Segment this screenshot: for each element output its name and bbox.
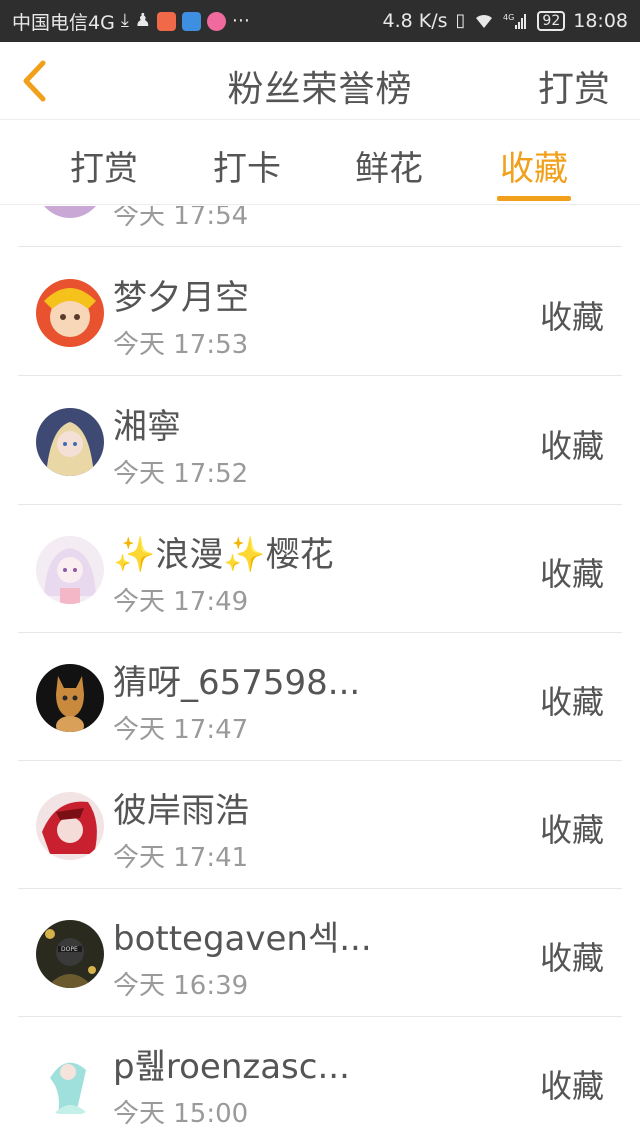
row-username: 彼岸雨浩 <box>113 791 249 831</box>
row-time: 今天 16:39 <box>113 971 249 1001</box>
row-time: 今天 17:53 <box>113 330 249 360</box>
avatar[interactable] <box>36 206 104 218</box>
row-username: 梦夕月空 <box>113 278 249 318</box>
tab-bar: 打赏 打卡 鲜花 收藏 <box>0 121 640 205</box>
list-item: 湘寧 今天 17:52 收藏 <box>18 377 622 505</box>
avatar[interactable] <box>36 408 104 476</box>
avatar[interactable] <box>36 536 104 604</box>
status-bar-left: 中国电信4G ⤓ ♟ ⋯ <box>12 8 250 35</box>
tab-label: 打赏 <box>70 149 138 189</box>
row-username: ✨浪漫✨樱花 <box>113 527 334 576</box>
row-action-label: 收藏 <box>539 811 604 849</box>
row-action-label: 收藏 <box>539 298 604 336</box>
reward-button[interactable]: 打赏 <box>538 60 610 112</box>
row-username-part: 樱花 <box>265 535 334 575</box>
list-item: 今天 17:54 <box>18 206 622 247</box>
fan-list[interactable]: 今天 17:54 梦夕月空 今天 17:53 收藏 湘寧 今天 17:52 收藏… <box>0 206 640 1138</box>
tab-label: 收藏 <box>500 149 568 189</box>
avatar[interactable] <box>36 664 104 732</box>
list-item: 梦夕月空 今天 17:53 收藏 <box>18 248 622 376</box>
row-username: p뤮roenzasc... <box>113 1047 350 1087</box>
tab-favorites[interactable]: 收藏 <box>497 141 571 205</box>
vibrate-icon: ▯ <box>455 10 466 31</box>
list-item: 猜呀_657598... 今天 17:47 收藏 <box>18 633 622 761</box>
row-time: 今天 17:49 <box>113 587 249 617</box>
tab-reward[interactable]: 打赏 <box>70 141 138 190</box>
avatar[interactable]: DOPE <box>36 920 104 988</box>
app-header: 粉丝荣誉榜 打赏 <box>0 42 640 120</box>
clock: 18:08 <box>573 10 628 32</box>
svg-text:4G: 4G <box>503 13 514 22</box>
tab-label: 鲜花 <box>355 149 423 189</box>
battery-level: 92 <box>542 13 561 29</box>
app-notification-icon <box>156 11 176 31</box>
sparkle-icon: ✨ <box>223 535 266 575</box>
tab-label: 打卡 <box>213 149 281 189</box>
row-time: 今天 15:00 <box>113 1099 249 1129</box>
row-username: bottegaven섹... <box>113 919 372 959</box>
row-action-label: 收藏 <box>539 1067 604 1105</box>
app-notification-icon <box>206 11 226 31</box>
avatar[interactable] <box>36 279 104 347</box>
row-username: 猜呀_657598... <box>113 663 361 703</box>
battery-icon: 92 <box>537 11 566 31</box>
row-action-label: 收藏 <box>539 683 604 721</box>
svg-text:DOPE: DOPE <box>61 946 78 953</box>
list-item: DOPE bottegaven섹... 今天 16:39 收藏 <box>18 889 622 1017</box>
app-notification-icon <box>181 11 201 31</box>
avatar[interactable] <box>36 792 104 860</box>
row-username: 湘寧 <box>113 407 181 447</box>
row-time: 今天 17:47 <box>113 715 249 745</box>
row-time: 今天 17:52 <box>113 459 249 489</box>
sparkle-icon: ✨ <box>113 535 156 575</box>
active-tab-indicator <box>497 196 571 201</box>
avatar[interactable] <box>36 1048 104 1116</box>
download-icon: ⤓ <box>120 10 129 31</box>
carrier-label: 中国电信4G <box>12 11 115 34</box>
wifi-icon <box>473 12 495 30</box>
status-bar: 中国电信4G ⤓ ♟ ⋯ 4.8 K/s ▯ 4G 92 18:08 <box>0 0 640 42</box>
signal-icon: 4G <box>503 12 529 30</box>
more-notifications-icon: ⋯ <box>231 10 250 31</box>
row-username-part: 浪漫 <box>155 535 224 575</box>
tab-flowers[interactable]: 鲜花 <box>355 141 423 190</box>
list-item: ✨浪漫✨樱花 今天 17:49 收藏 <box>18 505 622 633</box>
row-time: 今天 17:41 <box>113 843 249 873</box>
row-action-label: 收藏 <box>539 939 604 977</box>
network-speed: 4.8 K/s <box>382 10 448 32</box>
tab-checkin[interactable]: 打卡 <box>213 141 281 190</box>
row-action-label: 收藏 <box>539 555 604 593</box>
row-time: 今天 17:54 <box>113 206 249 231</box>
qq-icon: ♟ <box>134 10 151 31</box>
list-item: 彼岸雨浩 今天 17:41 收藏 <box>18 761 622 889</box>
row-action-label: 收藏 <box>539 427 604 465</box>
list-item: p뤮roenzasc... 今天 15:00 收藏 <box>18 1017 622 1138</box>
status-bar-right: 4.8 K/s ▯ 4G 92 18:08 <box>382 10 628 32</box>
